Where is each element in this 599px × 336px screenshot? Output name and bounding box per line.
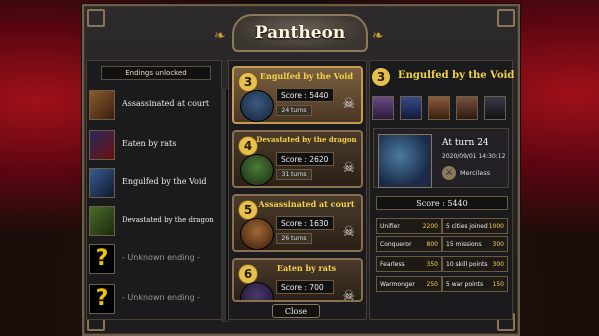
stat-name: Unifier [380, 223, 400, 230]
ending-item[interactable]: Devastated by the dragon [89, 206, 215, 240]
detail-score: Score : 5440 [376, 196, 508, 210]
assassin-icon [89, 90, 115, 120]
stat-item: 5 war points 150 [442, 276, 508, 292]
scrollbar-thumb[interactable] [222, 89, 226, 321]
difficulty-icon: ⚔ [442, 166, 456, 180]
stat-item: 10 skill points 300 [442, 256, 508, 272]
ending-item[interactable]: Engulfed by the Void [89, 168, 215, 202]
ending-item[interactable]: Eaten by rats [89, 130, 215, 164]
stat-value: 250 [426, 281, 438, 288]
frame-corner [87, 9, 105, 27]
hero-portrait[interactable] [456, 96, 478, 120]
rank-badge: 3 [238, 72, 258, 92]
stat-name: 15 missions [446, 241, 482, 248]
question-mark-icon: ? [89, 284, 115, 314]
card-title: Assassinated at court [258, 199, 355, 209]
ending-label: Engulfed by the Void [122, 177, 207, 186]
score-card[interactable]: 3 Engulfed by the Void Score : 5440 24 t… [232, 66, 363, 124]
ending-portrait [240, 218, 274, 250]
close-button[interactable]: Close [272, 304, 320, 318]
hero-portrait[interactable] [372, 96, 394, 120]
ending-item-unknown[interactable]: ? - Unknown ending - [89, 244, 215, 278]
card-title: Devastated by the dragon [256, 135, 357, 144]
ending-illustration [378, 134, 432, 188]
heroes-row [372, 96, 508, 122]
score-card[interactable]: 5 Assassinated at court Score : 1630 26 … [232, 194, 363, 252]
rank-badge: 6 [238, 264, 258, 284]
stat-value: 350 [426, 261, 438, 268]
stat-name: 5 cities joined [446, 223, 488, 230]
card-score: Score : 2620 [276, 152, 334, 166]
flourish-right-icon: ❧ [372, 28, 384, 44]
stat-item: Conqueror 800 [376, 236, 442, 252]
endings-header: Endings unlocked [101, 66, 211, 80]
skull-icon: ☠ [342, 224, 355, 240]
hero-portrait[interactable] [428, 96, 450, 120]
score-card[interactable]: 4 Devastated by the dragon Score : 2620 … [232, 130, 363, 188]
stat-item: Fearless 350 [376, 256, 442, 272]
dragon-icon [89, 206, 115, 236]
frame-corner [497, 9, 515, 27]
hero-portrait[interactable] [400, 96, 422, 120]
stat-name: Warmonger [380, 281, 415, 288]
card-turns: 31 turns [276, 169, 312, 180]
rats-icon [89, 130, 115, 160]
stat-value: 1000 [488, 223, 504, 230]
stat-value: 300 [492, 241, 504, 248]
stat-item: 15 missions 300 [442, 236, 508, 252]
flourish-left-icon: ❧ [214, 28, 226, 44]
stat-item: Unifier 2200 [376, 218, 442, 234]
ending-item-unknown[interactable]: ? - Unknown ending - [89, 284, 215, 318]
ending-portrait [240, 154, 274, 186]
card-title: Engulfed by the Void [259, 71, 354, 81]
stat-value: 150 [492, 281, 504, 288]
rank-badge: 5 [238, 200, 258, 220]
stat-value: 800 [426, 241, 438, 248]
difficulty-label: Merciless [460, 169, 491, 177]
card-turns: 24 turns [276, 105, 312, 116]
skull-icon: ☠ [342, 160, 355, 176]
ending-label: Devastated by the dragon [122, 216, 214, 224]
ending-label: - Unknown ending - [122, 253, 200, 262]
stat-value: 300 [492, 261, 504, 268]
card-title: Eaten by rats [276, 263, 337, 273]
ending-item[interactable]: Assassinated at court [89, 90, 215, 124]
date-label: 2020/09/01 14:30:12 [442, 153, 506, 160]
stat-item: 5 cities joined 1000 [442, 218, 508, 234]
turn-label: At turn 24 [442, 138, 489, 148]
ending-label: - Unknown ending - [122, 293, 200, 302]
void-icon [89, 168, 115, 198]
stat-name: Conqueror [380, 241, 412, 248]
card-score: Score : 5440 [276, 88, 334, 102]
score-card[interactable]: 6 Eaten by rats Score : 700 ☠ [232, 258, 363, 302]
skull-icon: ☠ [342, 96, 355, 112]
rank-badge: 4 [238, 136, 258, 156]
stat-item: Warmonger 250 [376, 276, 442, 292]
ending-portrait [240, 90, 274, 122]
ending-label: Eaten by rats [122, 139, 177, 148]
card-turns: 26 turns [276, 233, 312, 244]
detail-header: 3 Engulfed by the Void [372, 66, 515, 90]
detail-rank-badge: 3 [372, 68, 390, 86]
card-score: Score : 700 [276, 280, 334, 294]
ending-label: Assassinated at court [122, 99, 210, 108]
stat-name: 5 war points [446, 281, 484, 288]
hero-portrait[interactable] [484, 96, 506, 120]
ending-portrait [240, 282, 274, 300]
page-title: Pantheon [232, 14, 368, 52]
detail-title: Engulfed by the Void [398, 70, 515, 81]
stat-name: Fearless [380, 261, 405, 268]
stat-value: 2200 [422, 223, 438, 230]
question-mark-icon: ? [89, 244, 115, 274]
stat-name: 10 skill points [446, 261, 488, 268]
skull-icon: ☠ [342, 288, 355, 302]
card-score: Score : 1630 [276, 216, 334, 230]
